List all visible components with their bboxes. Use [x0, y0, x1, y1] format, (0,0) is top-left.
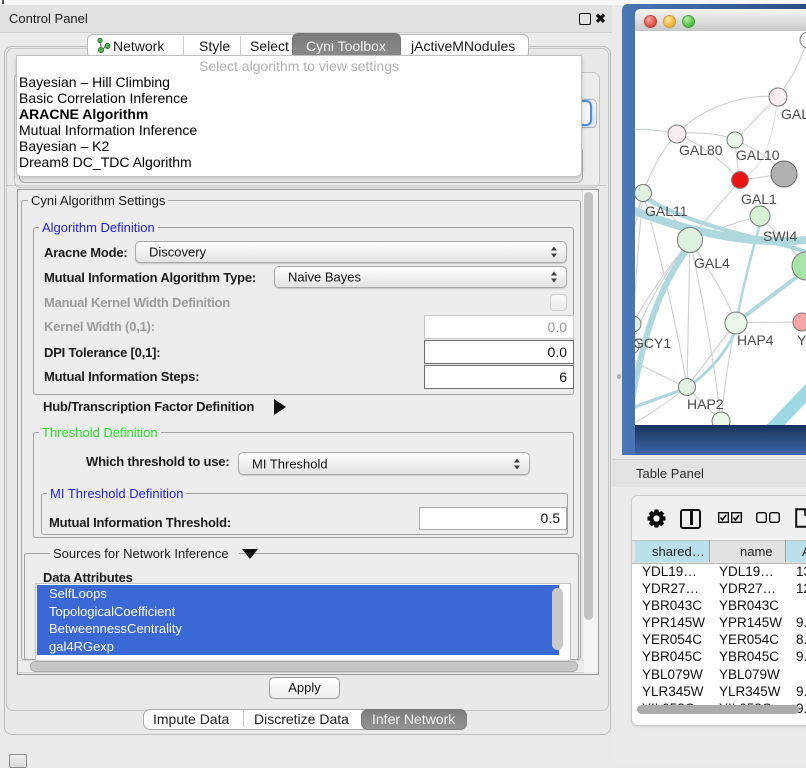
svg-text:Y: Y — [797, 332, 806, 348]
svg-text:SWI4: SWI4 — [763, 228, 797, 244]
svg-text:GAL1: GAL1 — [741, 191, 777, 207]
svg-text:GAL11: GAL11 — [645, 203, 688, 219]
svg-text:HAP4: HAP4 — [737, 332, 774, 348]
svg-text:GAL8: GAL8 — [781, 106, 806, 122]
svg-text:GAL4: GAL4 — [694, 255, 730, 271]
svg-text:HAP2: HAP2 — [687, 396, 724, 412]
svg-text:GAL10: GAL10 — [736, 147, 780, 163]
svg-text:GAL80: GAL80 — [679, 142, 723, 158]
svg-text:GCY1: GCY1 — [635, 335, 671, 351]
